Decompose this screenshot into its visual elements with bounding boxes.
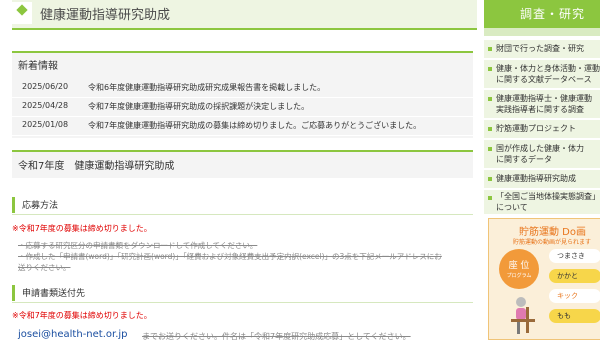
apply-divider	[12, 214, 473, 215]
bullet-icon	[488, 97, 492, 101]
main-content: 健康運動指導研究助成 新着情報 2025/06/20 令和6年度健康運動指導研究…	[0, 0, 480, 341]
apply-heading-bar: 応募方法	[12, 197, 476, 213]
sidebar-item-label: 健康・体力と身体活動・運動 に関する文献データベース	[496, 64, 600, 84]
sidebar-item-research[interactable]: 財団で行った調査・研究	[484, 40, 600, 59]
bullet-icon	[488, 196, 492, 200]
struck-instruction: ・応募する研究区分の申請書類をダウンロードして作成してください。	[18, 241, 258, 250]
program-badge-sub: プログラム	[506, 273, 532, 279]
promo-title: 貯筋運動 Do画	[519, 227, 586, 238]
sidebar-item-label: 貯筋運動プロジェクト	[496, 124, 576, 133]
seated-person-icon	[511, 297, 535, 334]
news-item[interactable]: 2025/01/08 令和7年度健康運動指導研究助成の募集は締め切りました。ご応…	[12, 117, 473, 136]
sidebar-heading-bar: 調査・研究	[484, 0, 600, 36]
header-diamond-icon	[12, 2, 32, 24]
pill-label: もも	[557, 312, 571, 320]
news-text[interactable]: 令和7年度健康運動指導研究助成の募集は締め切りました。ご応募ありがとうございまし…	[88, 120, 421, 131]
bullet-icon	[488, 147, 492, 151]
section-title: 令和7年度 健康運動指導研究助成	[18, 161, 175, 172]
apply-heading: 応募方法	[22, 201, 59, 211]
sidebar-item-survey[interactable]: 健康運動指導士・健康運動 実践指導者に関する調査	[484, 90, 600, 119]
promo-pill[interactable]: キック	[549, 289, 600, 303]
news-item[interactable]: 2025/04/28 令和7年度健康運動指導研究助成の採択課題が決定しました。	[12, 98, 473, 117]
page-title: 健康運動指導研究助成	[40, 8, 171, 23]
page-header: 健康運動指導研究助成	[12, 0, 477, 30]
news-panel: 新着情報 2025/06/20 令和6年度健康運動指導研究助成研究成果報告書を掲…	[12, 51, 473, 138]
program-badge-title: 座 位	[508, 261, 530, 271]
bullet-icon	[488, 127, 492, 131]
sidebar-item-local-exercise[interactable]: 「全国ご当地体操実態調査」 について	[484, 190, 600, 215]
section-title-bar: 令和7年度 健康運動指導研究助成	[12, 150, 473, 178]
email-link[interactable]: josei@health-net.or.jp	[18, 329, 128, 340]
pill-label: キック	[557, 292, 578, 300]
news-text[interactable]: 令和7年度健康運動指導研究助成の採択課題が決定しました。	[88, 101, 309, 112]
bullet-icon	[488, 177, 492, 181]
news-heading: 新着情報	[18, 61, 58, 72]
sidebar-item-label: 健康運動指導士・健康運動 実践指導者に関する調査	[496, 94, 592, 114]
promo-pill[interactable]: かかと	[549, 269, 600, 283]
pill-label: かかと	[557, 272, 578, 280]
news-text[interactable]: 令和6年度健康運動指導研究助成研究成果報告書を掲載しました。	[88, 82, 325, 93]
send-divider	[12, 302, 473, 303]
news-item[interactable]: 2025/06/20 令和6年度健康運動指導研究助成研究成果報告書を掲載しました…	[12, 79, 473, 98]
pill-label: つまさき	[557, 252, 585, 260]
closed-notice: ※令和7年度の募集は締め切りました。	[12, 224, 152, 233]
sidebar-item-database[interactable]: 健康・体力と身体活動・運動 に関する文献データベース	[484, 60, 600, 89]
struck-instruction: ・作成した「申請書(word)」「研究計画(word)」「経費および対象経費支出…	[18, 252, 442, 261]
program-badge: 座 位 プログラム	[499, 249, 539, 289]
news-date: 2025/04/28	[22, 101, 69, 110]
promo-banner[interactable]: 貯筋運動 Do画 貯筋運動の動画が見られます 座 位 プログラム つまさき かか…	[488, 218, 600, 340]
sidebar-item-label: 健康運動指導研究助成	[496, 174, 576, 183]
bullet-icon	[488, 47, 492, 51]
news-date: 2025/01/08	[22, 120, 69, 129]
email-instruction: までお送りください。件名は「令和7年度研究助成応募」としてください。	[142, 332, 411, 341]
send-heading-bar: 申請書類送付先	[12, 285, 476, 301]
send-heading: 申請書類送付先	[22, 289, 86, 299]
news-list: 2025/06/20 令和6年度健康運動指導研究助成研究成果報告書を掲載しました…	[12, 79, 473, 136]
sidebar: 調査・研究 財団で行った調査・研究 健康・体力と身体活動・運動 に関する文献デー…	[484, 0, 600, 340]
promo-pill[interactable]: つまさき	[549, 249, 600, 263]
struck-instruction: 送りください。	[18, 263, 71, 272]
sidebar-item-grant[interactable]: 健康運動指導研究助成	[484, 170, 600, 189]
sidebar-item-project[interactable]: 貯筋運動プロジェクト	[484, 120, 600, 139]
sidebar-item-label: 財団で行った調査・研究	[496, 44, 584, 53]
sidebar-heading: 調査・研究	[520, 7, 586, 21]
sidebar-item-label: 「全国ご当地体操実態調査」 について	[496, 192, 600, 212]
promo-subtitle: 貯筋運動の動画が見られます	[513, 239, 592, 246]
sidebar-item-label: 国が作成した健康・体力 に関するデータ	[496, 144, 584, 164]
bullet-icon	[488, 67, 492, 71]
news-date: 2025/06/20	[22, 82, 69, 91]
closed-notice: ※令和7年度の募集は締め切りました。	[12, 311, 152, 320]
sidebar-item-national-data[interactable]: 国が作成した健康・体力 に関するデータ	[484, 140, 600, 169]
promo-pill[interactable]: もも	[549, 309, 600, 323]
